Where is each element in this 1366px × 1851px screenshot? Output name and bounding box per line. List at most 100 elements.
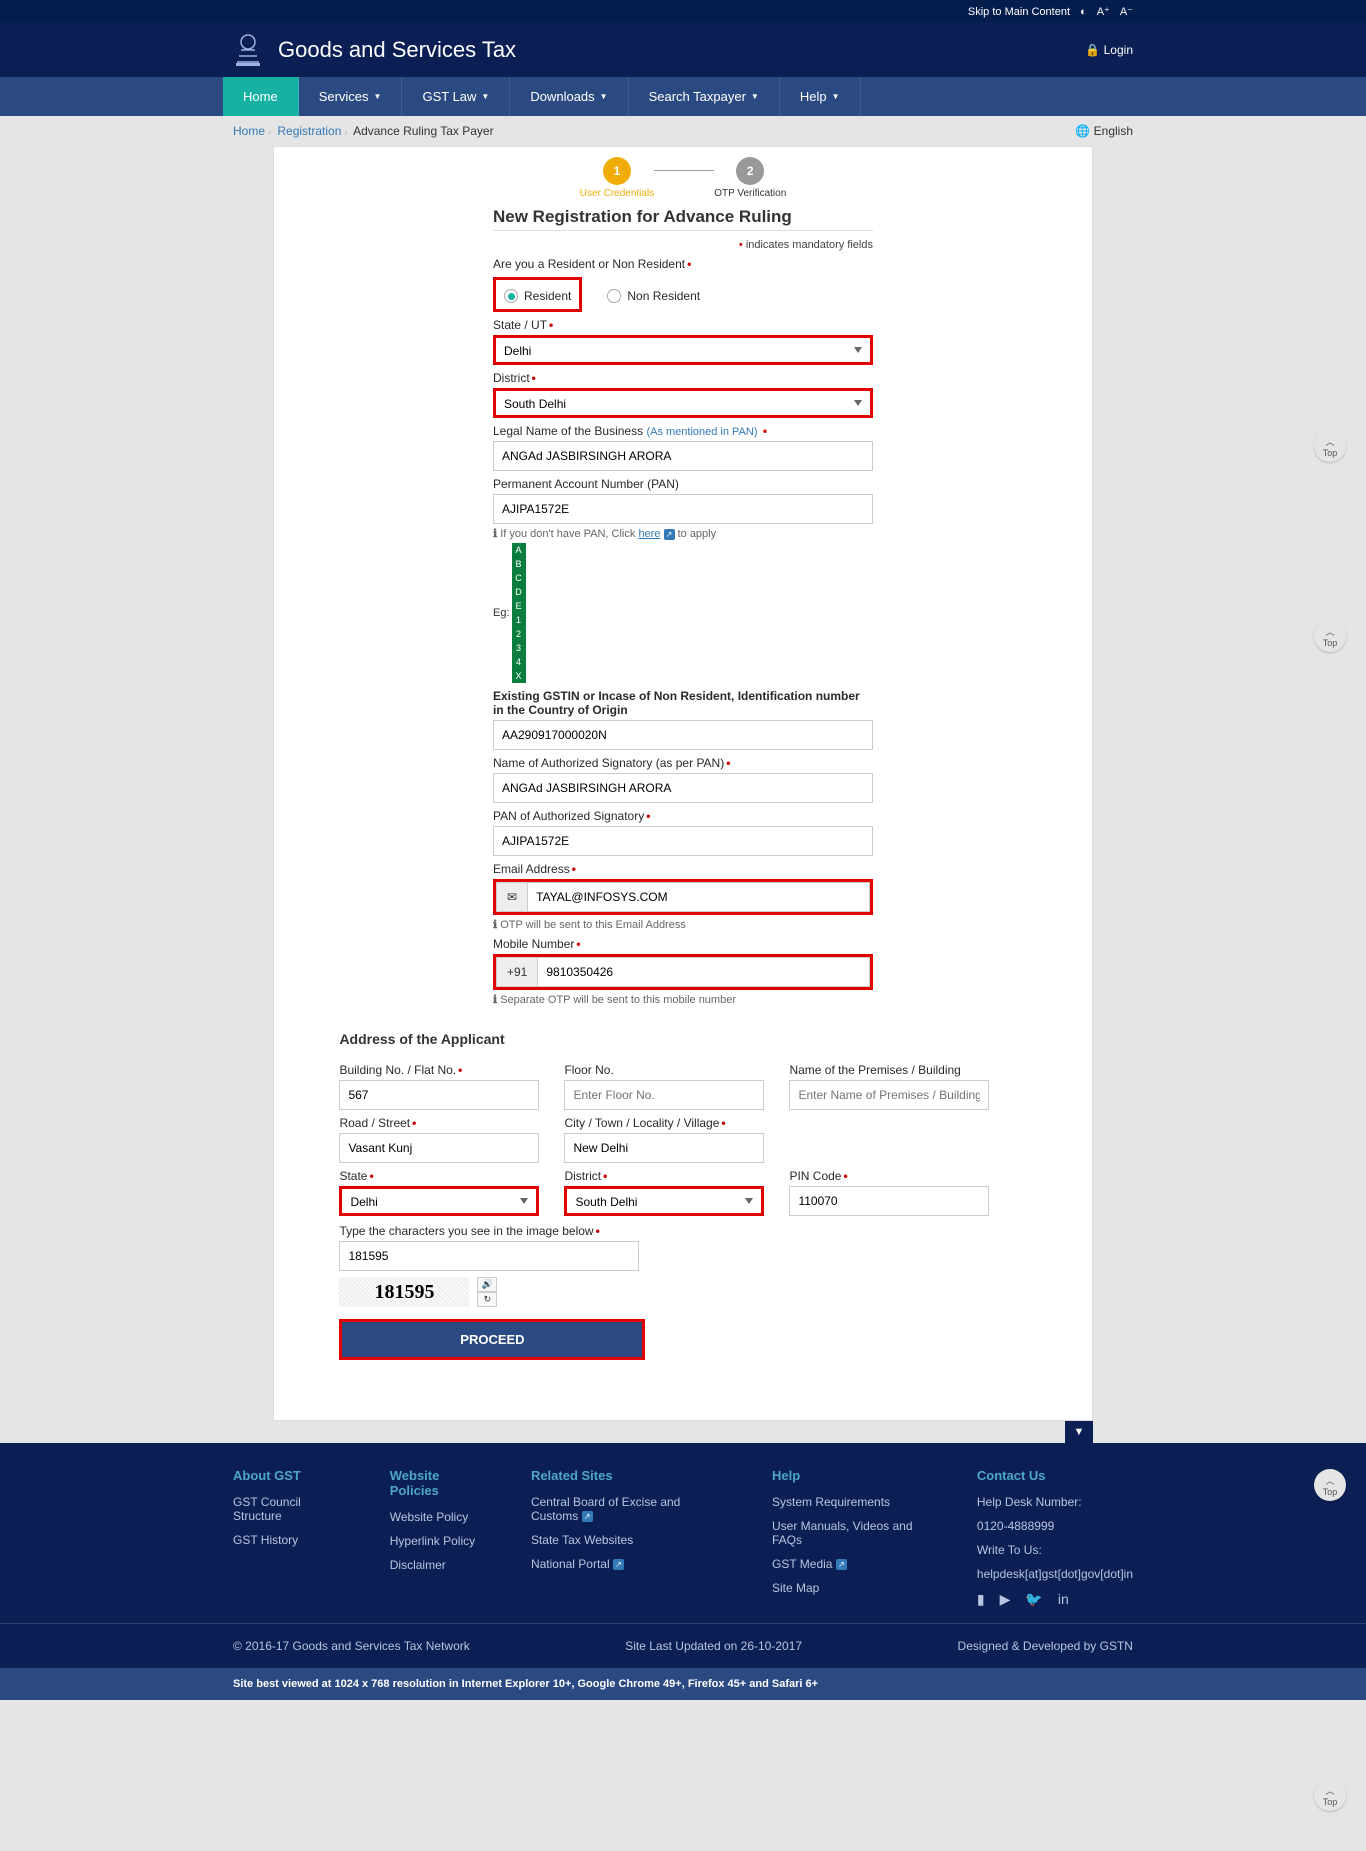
nav-home[interactable]: Home (223, 77, 299, 116)
twitter-icon[interactable]: 🐦 (1025, 1591, 1042, 1608)
footer-note: Site best viewed at 1024 x 768 resolutio… (0, 1668, 1366, 1700)
footer-link-national-portal[interactable]: National Portal ↗ (531, 1557, 722, 1571)
email-label: Email Address (493, 862, 873, 876)
contrast-icon[interactable]: ◐ (1080, 6, 1087, 18)
legal-name-input[interactable] (493, 441, 873, 471)
login-link[interactable]: 🔒 Login (1085, 43, 1133, 57)
nav-gst-law[interactable]: GST Law ▼ (402, 77, 510, 116)
addr-state-select[interactable]: Delhi (339, 1186, 539, 1216)
captcha-audio-button[interactable]: 🔊 (477, 1277, 497, 1292)
eg-char-box: 3 (512, 641, 526, 655)
youtube-icon[interactable]: ▶ (1000, 1591, 1011, 1608)
caret-icon: ▼ (374, 92, 382, 101)
auth-name-label: Name of Authorized Signatory (as per PAN… (493, 756, 873, 770)
building-input[interactable] (339, 1080, 539, 1110)
scroll-top-button[interactable]: ︿Top (1314, 1779, 1346, 1811)
proceed-button[interactable]: PROCEED (342, 1322, 642, 1357)
state-select[interactable]: Delhi (493, 335, 873, 365)
gstin-label: Existing GSTIN or Incase of Non Resident… (493, 689, 873, 717)
nav-search-taxpayer[interactable]: Search Taxpayer ▼ (629, 77, 780, 116)
step-otp-verification: 2 OTP Verification (714, 157, 786, 199)
auth-pan-input[interactable] (493, 826, 873, 856)
footer-link-media[interactable]: GST Media ↗ (772, 1557, 927, 1571)
building-label: Building No. / Flat No. (339, 1063, 539, 1077)
footer-toggle-button[interactable]: ▼ (1065, 1421, 1093, 1443)
radio-resident[interactable]: Resident (504, 289, 571, 303)
linkedin-icon[interactable]: in (1058, 1591, 1069, 1608)
write-to-email: helpdesk[at]gst[dot]gov[dot]in (977, 1567, 1133, 1581)
copyright: © 2016-17 Goods and Services Tax Network (233, 1639, 470, 1653)
footer-link-state-tax[interactable]: State Tax Websites (531, 1533, 722, 1547)
nav-help[interactable]: Help ▼ (780, 77, 861, 116)
font-increase[interactable]: A⁺ (1097, 5, 1110, 18)
footer-link-council[interactable]: GST Council Structure (233, 1495, 340, 1523)
caret-icon: ▼ (751, 92, 759, 101)
brand-title: Goods and Services Tax (278, 37, 516, 63)
email-group: ✉ (493, 879, 873, 915)
footer-link-manuals[interactable]: User Manuals, Videos and FAQs (772, 1519, 927, 1547)
captcha-input[interactable] (339, 1241, 639, 1271)
floor-input[interactable] (564, 1080, 764, 1110)
mobile-prefix: +91 (496, 957, 537, 987)
eg-char-box: A (512, 543, 526, 557)
footer-link-sitemap[interactable]: Site Map (772, 1581, 927, 1595)
footer-related-heading: Related Sites (531, 1468, 722, 1483)
eg-char-box: X (512, 669, 526, 683)
footer-link-history[interactable]: GST History (233, 1533, 340, 1547)
footer-help-heading: Help (772, 1468, 927, 1483)
mobile-input[interactable] (537, 957, 870, 987)
pan-input[interactable] (493, 494, 873, 524)
eg-char-box: 4 (512, 655, 526, 669)
footer-link-website-policy[interactable]: Website Policy (390, 1510, 481, 1524)
footer-link-disclaimer[interactable]: Disclaimer (390, 1558, 481, 1572)
scroll-top-button[interactable]: ︿Top (1314, 430, 1346, 462)
pin-input[interactable] (789, 1186, 989, 1216)
footer-link-hyperlink-policy[interactable]: Hyperlink Policy (390, 1534, 481, 1548)
captcha-label: Type the characters you see in the image… (339, 1224, 1026, 1238)
breadcrumb-home[interactable]: Home (233, 124, 265, 138)
breadcrumb-current: Advance Ruling Tax Payer (353, 124, 494, 138)
district-select[interactable]: South Delhi (493, 388, 873, 418)
legal-name-label: Legal Name of the Business (As mentioned… (493, 424, 873, 438)
emblem-icon (233, 32, 263, 67)
skip-link[interactable]: Skip to Main Content (968, 6, 1070, 18)
main-card: 1 User Credentials 2 OTP Verification Ne… (273, 146, 1093, 1421)
eg-char-box: C (512, 571, 526, 585)
footer-link-sysreq[interactable]: System Requirements (772, 1495, 927, 1509)
road-input[interactable] (339, 1133, 539, 1163)
chevron-up-icon: ︿ (1325, 1784, 1334, 1797)
addr-district-label: District (564, 1169, 764, 1183)
footer-contact-heading: Contact Us (977, 1468, 1133, 1483)
steps: 1 User Credentials 2 OTP Verification (274, 157, 1092, 199)
address-title: Address of the Applicant (339, 1031, 1026, 1047)
captcha-refresh-button[interactable]: ↻ (477, 1292, 497, 1307)
nav-downloads[interactable]: Downloads ▼ (510, 77, 628, 116)
addr-district-select[interactable]: South Delhi (564, 1186, 764, 1216)
gstin-input[interactable] (493, 720, 873, 750)
mandatory-note: indicates mandatory fields (493, 239, 873, 251)
radio-non-resident[interactable]: Non Resident (607, 283, 700, 309)
scroll-top-button[interactable]: ︿Top (1314, 1469, 1346, 1501)
facebook-icon[interactable]: ▮ (977, 1591, 985, 1608)
premises-label: Name of the Premises / Building (789, 1063, 989, 1077)
auth-name-input[interactable] (493, 773, 873, 803)
breadcrumb-registration[interactable]: Registration (277, 124, 341, 138)
resident-label: Are you a Resident or Non Resident (493, 257, 873, 271)
eg-char-box: 1 (512, 613, 526, 627)
designed-by: Designed & Developed by GSTN (958, 1639, 1133, 1653)
scroll-top-button[interactable]: ︿Top (1314, 620, 1346, 652)
step-2-circle: 2 (736, 157, 764, 185)
language-selector[interactable]: 🌐 English (1075, 124, 1133, 138)
footer-toggle: ▼ (273, 1421, 1093, 1443)
pan-example: Eg: ABCDE1234X (493, 543, 873, 683)
pan-apply-link[interactable]: here (638, 528, 660, 540)
email-input[interactable] (527, 882, 870, 912)
premises-input[interactable] (789, 1080, 989, 1110)
nav-services[interactable]: Services ▼ (299, 77, 403, 116)
step-1-circle: 1 (603, 157, 631, 185)
font-decrease[interactable]: A⁻ (1120, 5, 1133, 18)
footer-link-cbec[interactable]: Central Board of Excise and Customs ↗ (531, 1495, 722, 1523)
email-icon: ✉ (496, 882, 527, 912)
city-input[interactable] (564, 1133, 764, 1163)
brand: Goods and Services Tax (233, 32, 516, 67)
